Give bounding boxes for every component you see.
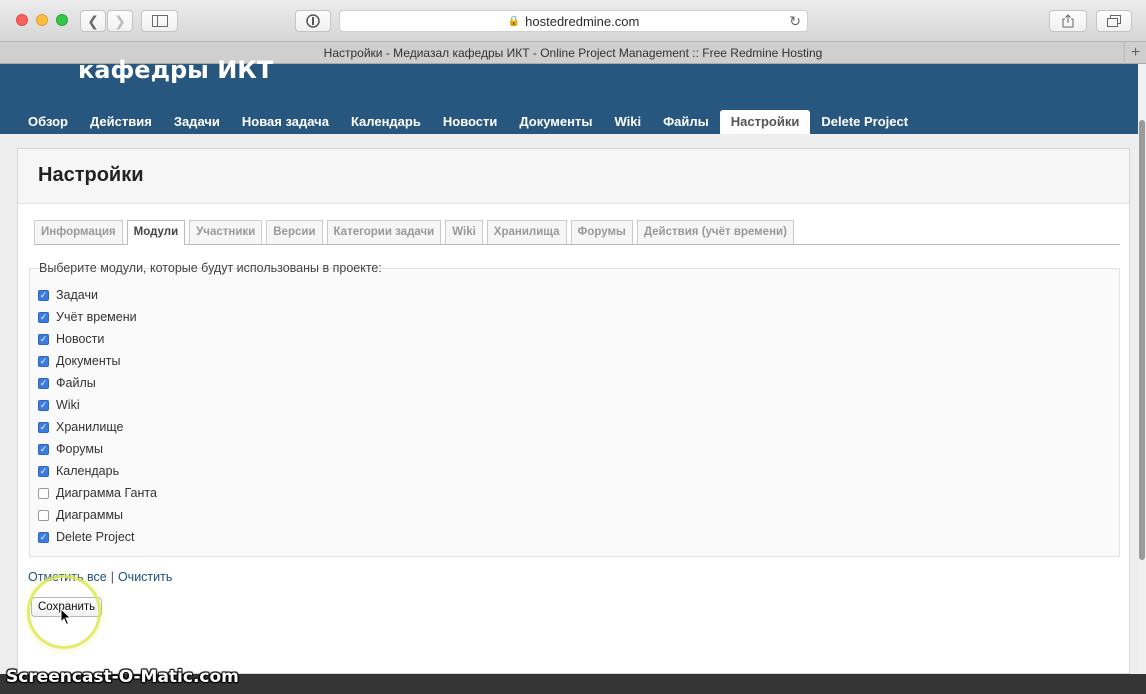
share-button[interactable] bbox=[1049, 10, 1087, 32]
settings-tabs: Информация Модули Участники Версии Категории… bbox=[34, 220, 1120, 245]
module-row[interactable]: ✓ Новости bbox=[38, 330, 104, 348]
project-title: кафедры ИКТ bbox=[78, 56, 274, 84]
module-label: Хранилище bbox=[56, 420, 124, 434]
checkbox-checked[interactable]: ✓ bbox=[38, 399, 49, 411]
main-menu-item[interactable]: Wiki bbox=[603, 110, 652, 134]
checkbox-unchecked[interactable] bbox=[38, 487, 49, 499]
reload-icon[interactable]: ↻ bbox=[789, 13, 801, 30]
settings-tab[interactable]: Действия (учёт времени) bbox=[636, 220, 794, 244]
check-all-link[interactable]: Отметить все bbox=[28, 570, 107, 584]
forward-button[interactable]: ❯ bbox=[107, 10, 133, 32]
show-tabs-button[interactable] bbox=[1096, 10, 1132, 32]
main-menu-item[interactable]: Новая задача bbox=[231, 110, 340, 134]
main-menu-item[interactable]: Файлы bbox=[652, 110, 720, 134]
module-label: Документы bbox=[56, 354, 121, 368]
privacy-report-button[interactable] bbox=[295, 10, 331, 32]
chevron-left-icon: ❮ bbox=[87, 12, 99, 29]
settings-tab[interactable]: Категории задачи bbox=[326, 220, 442, 244]
scrollbar-thumb[interactable] bbox=[1139, 120, 1145, 560]
link-separator: | bbox=[110, 570, 114, 584]
page-header: Настройки bbox=[18, 149, 1129, 204]
module-label: Учёт времени bbox=[56, 310, 137, 324]
info-circle-icon bbox=[306, 14, 320, 28]
screencast-watermark: Screencast-O-Matic.com bbox=[6, 667, 239, 687]
module-label: Файлы bbox=[56, 376, 96, 390]
module-row[interactable]: Диаграмма Ганта bbox=[38, 484, 157, 502]
lock-icon: 🔒 bbox=[507, 15, 521, 27]
main-menu-item[interactable]: Обзор bbox=[17, 110, 79, 134]
browser-tab-title[interactable]: Настройки - Медиазал кафедры ИКТ - Onlin… bbox=[324, 46, 823, 60]
main-menu-item[interactable]: Календарь bbox=[340, 110, 432, 134]
settings-tab[interactable]: Форумы bbox=[570, 220, 633, 244]
address-text: hostedredmine.com bbox=[525, 13, 640, 29]
modules-legend: Выберите модули, которые будут использов… bbox=[39, 261, 382, 275]
browser-toolbar: ❮ ❯ 🔒 hostedredmine.com ↻ bbox=[0, 0, 1146, 42]
address-bar[interactable]: 🔒 hostedredmine.com ↻ bbox=[339, 10, 808, 32]
main-menu-item[interactable]: Действия bbox=[79, 110, 163, 134]
back-button[interactable]: ❮ bbox=[80, 10, 106, 32]
selection-links: Отметить все | Очистить bbox=[28, 570, 172, 584]
sidebar-icon bbox=[151, 15, 168, 27]
tabs-overview-icon bbox=[1107, 15, 1121, 27]
module-label: Задачи bbox=[56, 288, 98, 302]
checkbox-checked[interactable]: ✓ bbox=[38, 311, 49, 323]
checkbox-unchecked[interactable] bbox=[38, 509, 49, 521]
module-label: Календарь bbox=[56, 464, 120, 478]
page-title: Настройки bbox=[38, 164, 144, 186]
settings-tab[interactable]: Информация bbox=[34, 220, 123, 244]
checkbox-checked[interactable]: ✓ bbox=[38, 531, 49, 543]
main-menu-item[interactable]: Задачи bbox=[163, 110, 231, 134]
module-label: Форумы bbox=[56, 442, 103, 456]
module-row[interactable]: ✓ Задачи bbox=[38, 286, 98, 304]
module-row[interactable]: ✓ Wiki bbox=[38, 396, 80, 414]
module-label: Диаграммы bbox=[56, 508, 124, 522]
uncheck-all-link[interactable]: Очистить bbox=[118, 570, 172, 584]
project-header: кафедры ИКТ Обзор Действия Задачи Новая зад… bbox=[0, 56, 1138, 134]
main-menu-item[interactable]: Документы bbox=[508, 110, 603, 134]
main-menu-item[interactable]: Настройки bbox=[719, 110, 811, 134]
module-row[interactable]: ✓ Хранилище bbox=[38, 418, 124, 436]
minimize-window-button[interactable] bbox=[36, 14, 48, 26]
sidebar-button[interactable] bbox=[141, 10, 178, 32]
new-tab-button[interactable]: + bbox=[1124, 42, 1146, 64]
module-row[interactable]: Диаграммы bbox=[38, 506, 123, 524]
checkbox-checked[interactable]: ✓ bbox=[38, 355, 49, 367]
module-row[interactable]: ✓ Документы bbox=[38, 352, 120, 370]
maximize-window-button[interactable] bbox=[56, 14, 68, 26]
settings-content: Настройки Информация Модули Участники Верси… bbox=[17, 148, 1130, 674]
checkbox-checked[interactable]: ✓ bbox=[38, 333, 49, 345]
close-window-button[interactable] bbox=[16, 14, 28, 26]
checkbox-checked[interactable]: ✓ bbox=[38, 421, 49, 433]
share-icon bbox=[1062, 14, 1074, 28]
module-label: Delete Project bbox=[56, 530, 135, 544]
modules-fieldset bbox=[29, 268, 1120, 557]
mouse-cursor-icon bbox=[60, 607, 72, 629]
main-menu-item[interactable]: Новости bbox=[432, 110, 509, 134]
main-menu-item[interactable]: Delete Project bbox=[810, 110, 919, 134]
settings-tab[interactable]: Модули bbox=[126, 220, 186, 245]
settings-tab[interactable]: Wiki bbox=[445, 220, 483, 244]
main-menu: Обзор Действия Задачи Новая задача Календарь… bbox=[17, 110, 919, 134]
module-row[interactable]: ✓ Форумы bbox=[38, 440, 103, 458]
module-label: Wiki bbox=[56, 398, 80, 412]
module-row[interactable]: ✓ Delete Project bbox=[38, 528, 135, 546]
checkbox-checked[interactable]: ✓ bbox=[38, 465, 49, 477]
checkbox-checked[interactable]: ✓ bbox=[38, 289, 49, 301]
module-row[interactable]: ✓ Календарь bbox=[38, 462, 119, 480]
module-label: Диаграмма Ганта bbox=[56, 486, 157, 500]
checkbox-checked[interactable]: ✓ bbox=[38, 377, 49, 389]
checkbox-checked[interactable]: ✓ bbox=[38, 443, 49, 455]
module-row[interactable]: ✓ Учёт времени bbox=[38, 308, 137, 326]
module-label: Новости bbox=[56, 332, 105, 346]
module-row[interactable]: ✓ Файлы bbox=[38, 374, 96, 392]
chevron-right-icon: ❯ bbox=[114, 12, 126, 29]
settings-tab[interactable]: Версии bbox=[266, 220, 323, 244]
settings-tab[interactable]: Хранилища bbox=[486, 220, 567, 244]
settings-tab[interactable]: Участники bbox=[189, 220, 263, 244]
